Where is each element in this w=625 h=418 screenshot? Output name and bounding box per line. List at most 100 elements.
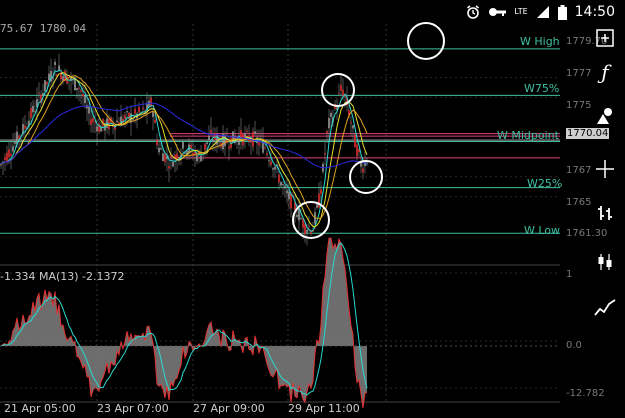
candle-body: [52, 77, 54, 80]
candle-body: [48, 73, 50, 81]
candle-body: [138, 106, 140, 113]
signal-icon: [536, 6, 549, 18]
battery-icon: [557, 4, 567, 20]
candle-body: [200, 155, 202, 162]
candle-body: [150, 97, 152, 107]
candle-body: [32, 105, 34, 113]
candle-body: [182, 141, 184, 149]
candle-body: [304, 223, 306, 235]
bar-chart-icon[interactable]: [593, 201, 617, 225]
candle-body: [284, 185, 286, 189]
candle-body: [308, 226, 310, 228]
candle-body: [162, 153, 164, 162]
level-label-w-high: W High: [520, 35, 560, 48]
candle-body: [286, 190, 288, 194]
candle-body: [152, 112, 154, 117]
indicator-function-icon[interactable]: ƒ: [593, 60, 617, 84]
candle-body: [204, 143, 206, 150]
price-chart[interactable]: [0, 0, 625, 414]
candle-body: [90, 119, 92, 125]
alarm-icon: [467, 5, 480, 19]
candle-body: [164, 153, 166, 163]
candle-body: [44, 80, 46, 92]
candle-body: [168, 165, 170, 169]
candle-body: [6, 152, 8, 162]
candle-body: [124, 115, 126, 120]
moving-average-line: [0, 69, 368, 232]
candle-body: [272, 168, 274, 170]
candle-body: [306, 229, 308, 233]
candle-body: [268, 160, 270, 162]
moving-averages: [0, 69, 368, 232]
candle-body: [30, 108, 32, 119]
candle-body: [316, 204, 318, 208]
add-window-icon[interactable]: [593, 26, 617, 50]
candle-body: [250, 140, 252, 143]
candle-body: [86, 105, 88, 109]
candle-body: [80, 90, 82, 92]
candle-body: [254, 131, 256, 134]
candle-body: [58, 65, 60, 71]
candle-body: [172, 161, 174, 167]
candle-body: [280, 181, 282, 186]
annotation-circle: [407, 22, 445, 60]
osc-tick: 1: [566, 269, 573, 280]
candle-body: [274, 166, 276, 170]
time-label: 29 Apr 11:00: [288, 402, 360, 415]
candle-body: [142, 107, 144, 110]
candle-body: [126, 111, 128, 113]
candle-body: [190, 144, 192, 149]
candle-body: [324, 153, 326, 155]
candle-body: [208, 135, 210, 141]
line-chart-icon[interactable]: [593, 296, 617, 320]
time-label: 21 Apr 05:00: [4, 402, 76, 415]
level-label-w25: W25%: [527, 177, 563, 190]
level-label-w-low: W Low: [524, 224, 561, 237]
candle-body: [288, 191, 290, 200]
candle-body: [196, 154, 198, 162]
objects-icon[interactable]: [593, 104, 617, 128]
time-label: 27 Apr 09:00: [193, 402, 265, 415]
candle-body: [46, 82, 48, 85]
candle-body: [8, 149, 10, 158]
oscillator-pane: [0, 237, 560, 408]
candle-body: [12, 146, 14, 152]
candle-body: [270, 161, 272, 166]
osc-tick: 0.0: [566, 340, 582, 351]
candle-body: [14, 141, 16, 144]
candle-body: [94, 122, 96, 124]
time-axis: 21 Apr 05:00 23 Apr 07:00 27 Apr 09:00 2…: [0, 402, 625, 415]
candle-body: [84, 94, 86, 104]
oscillator-histogram: [1, 238, 367, 408]
key-icon: [489, 8, 507, 16]
candle-body: [154, 119, 156, 123]
candlestick-icon[interactable]: [593, 250, 617, 274]
osc-tick: -12.782: [566, 388, 605, 399]
candle-body: [214, 132, 216, 141]
candle-body: [212, 139, 214, 142]
candle-body: [338, 93, 340, 95]
candle-body: [4, 157, 6, 160]
candle-body: [88, 106, 90, 114]
candle-body: [82, 93, 84, 97]
candle-body: [352, 125, 354, 129]
candle-body: [266, 153, 268, 155]
candle-body: [300, 217, 302, 219]
candle-body: [206, 142, 208, 144]
candle-body: [296, 215, 298, 217]
candle-body: [24, 125, 26, 129]
candle-body: [354, 134, 356, 148]
candle-body: [210, 130, 212, 133]
crosshair-icon[interactable]: [593, 157, 617, 181]
time-label: 23 Apr 07:00: [97, 402, 169, 415]
candle-body: [38, 92, 40, 94]
candle-body: [298, 208, 300, 221]
candle-body: [224, 134, 226, 147]
candlesticks: [0, 53, 368, 246]
candle-body: [320, 189, 322, 194]
chart-toolbar: ƒ: [585, 24, 625, 324]
candle-body: [362, 168, 364, 173]
clock: 14:50: [574, 4, 615, 20]
ohlc-readout: 75.67 1780.04: [0, 22, 87, 35]
level-label-w-midpoint: W Midpoint: [497, 129, 559, 142]
